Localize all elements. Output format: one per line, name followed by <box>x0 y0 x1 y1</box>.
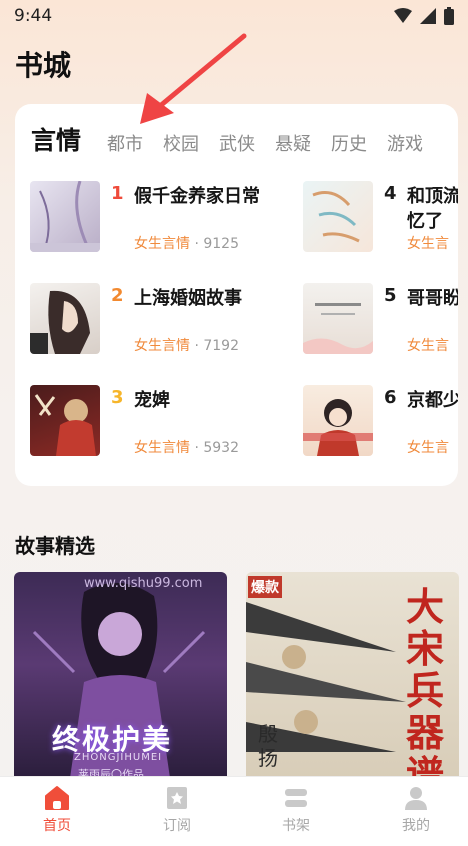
nav-profile[interactable]: 我的 <box>386 785 446 835</box>
page-title: 书城 <box>15 49 72 82</box>
meta-separator: · <box>190 338 204 354</box>
rank-item-1[interactable]: 1 假千金养家日常 女生言情 · 9125 <box>30 181 330 257</box>
book-meta: 女生言 <box>407 233 449 253</box>
rank-item-3[interactable]: 3 宠婢 女生言情 · 5932 <box>30 385 330 461</box>
home-icon <box>45 786 69 810</box>
tab-wuxia[interactable]: 武侠 <box>219 132 255 158</box>
book-title: 京都少 <box>407 390 458 411</box>
rank-item-5[interactable]: 5 哥哥盼 女生言 <box>303 283 458 359</box>
signal-icon <box>420 8 436 24</box>
meta-separator: · <box>190 236 204 252</box>
profile-icon <box>405 787 427 810</box>
rank-item-6[interactable]: 6 京都少 女生言 <box>303 385 458 461</box>
rank-number: 4 <box>384 183 397 204</box>
meta-separator: · <box>190 440 204 456</box>
story-cover-title: 大宋兵器谱 <box>406 585 445 778</box>
book-count: 9125 <box>203 236 239 252</box>
book-title: 假千金养家日常 <box>134 186 260 207</box>
book-meta: 女生言 <box>407 335 449 355</box>
story-cover-subtitle: ZHONGJIHUMEI <box>74 752 163 763</box>
book-count: 5932 <box>203 440 239 456</box>
wifi-icon <box>394 8 412 23</box>
nav-home[interactable]: 首页 <box>27 785 87 835</box>
nav-label: 首页 <box>43 818 71 834</box>
book-title: 上海婚姻故事 <box>134 288 242 309</box>
book-title: 宠婢 <box>134 390 170 411</box>
book-category: 女生言情 <box>134 440 190 456</box>
section-title: 故事精选 <box>15 534 95 558</box>
rank-number: 3 <box>111 387 124 408</box>
status-bar: 9:44 <box>0 0 468 32</box>
battery-icon <box>444 7 454 25</box>
tab-dushi[interactable]: 都市 <box>107 132 143 158</box>
nav-subscribe[interactable]: 订阅 <box>147 785 207 835</box>
story-cover-badge: 爆款 <box>248 576 282 598</box>
book-cover <box>303 181 373 252</box>
book-meta: 女生言 <box>407 437 449 457</box>
book-category: 女生言 <box>407 440 449 456</box>
story-cover-1[interactable]: www.qishu99.com 终极护美 ZHONGJIHUMEI 莱雨辰〇作品 <box>14 572 227 778</box>
nav-label: 书架 <box>282 818 310 834</box>
tab-lishi[interactable]: 历史 <box>331 132 367 158</box>
tab-xuanyi[interactable]: 悬疑 <box>275 132 311 158</box>
tab-yanqing[interactable]: 言情 <box>31 124 81 158</box>
nav-bookshelf[interactable]: 书架 <box>266 785 326 835</box>
bottom-nav: 首页 订阅 书架 我的 <box>0 776 468 846</box>
story-cover-2[interactable]: 爆款 大宋兵器谱 殷扬 <box>246 572 459 778</box>
book-cover <box>303 385 373 456</box>
rank-item-4[interactable]: 4 和顶流 忆了 女生言 <box>303 181 458 257</box>
rank-item-2[interactable]: 2 上海婚姻故事 女生言情 · 7192 <box>30 283 330 359</box>
book-count: 7192 <box>203 338 239 354</box>
book-category: 女生言 <box>407 338 449 354</box>
status-time: 9:44 <box>14 6 53 26</box>
book-category: 女生言情 <box>134 236 190 252</box>
ranking-card: 言情 都市 校园 武侠 悬疑 历史 游戏 1 假千金养家日常 女生言情 · 91… <box>15 104 458 486</box>
rank-number: 2 <box>111 285 124 306</box>
category-tabs: 言情 都市 校园 武侠 悬疑 历史 游戏 <box>31 122 443 158</box>
rank-number: 5 <box>384 285 397 306</box>
book-title: 哥哥盼 <box>407 288 458 309</box>
book-meta: 女生言情 · 9125 <box>134 233 239 253</box>
book-cover <box>303 283 373 354</box>
nav-label: 我的 <box>402 818 430 834</box>
book-meta: 女生言情 · 7192 <box>134 335 239 355</box>
tab-xiaoyuan[interactable]: 校园 <box>163 132 199 158</box>
book-category: 女生言 <box>407 236 449 252</box>
book-title: 和顶流 <box>407 186 458 207</box>
rank-number: 1 <box>111 183 124 204</box>
book-cover <box>30 181 100 252</box>
story-cover-author: 殷扬 <box>258 722 278 770</box>
tab-youxi[interactable]: 游戏 <box>387 132 423 158</box>
book-meta: 女生言情 · 5932 <box>134 437 239 457</box>
rank-number: 6 <box>384 387 397 408</box>
book-cover <box>30 385 100 456</box>
book-cover <box>30 283 100 354</box>
nav-label: 订阅 <box>163 818 191 834</box>
book-category: 女生言情 <box>134 338 190 354</box>
bookshelf-icon <box>285 789 307 807</box>
book-title-line2: 忆了 <box>407 211 443 232</box>
story-cover-url: www.qishu99.com <box>84 576 203 591</box>
bookmark-icon <box>167 787 187 809</box>
status-icons <box>394 7 454 25</box>
